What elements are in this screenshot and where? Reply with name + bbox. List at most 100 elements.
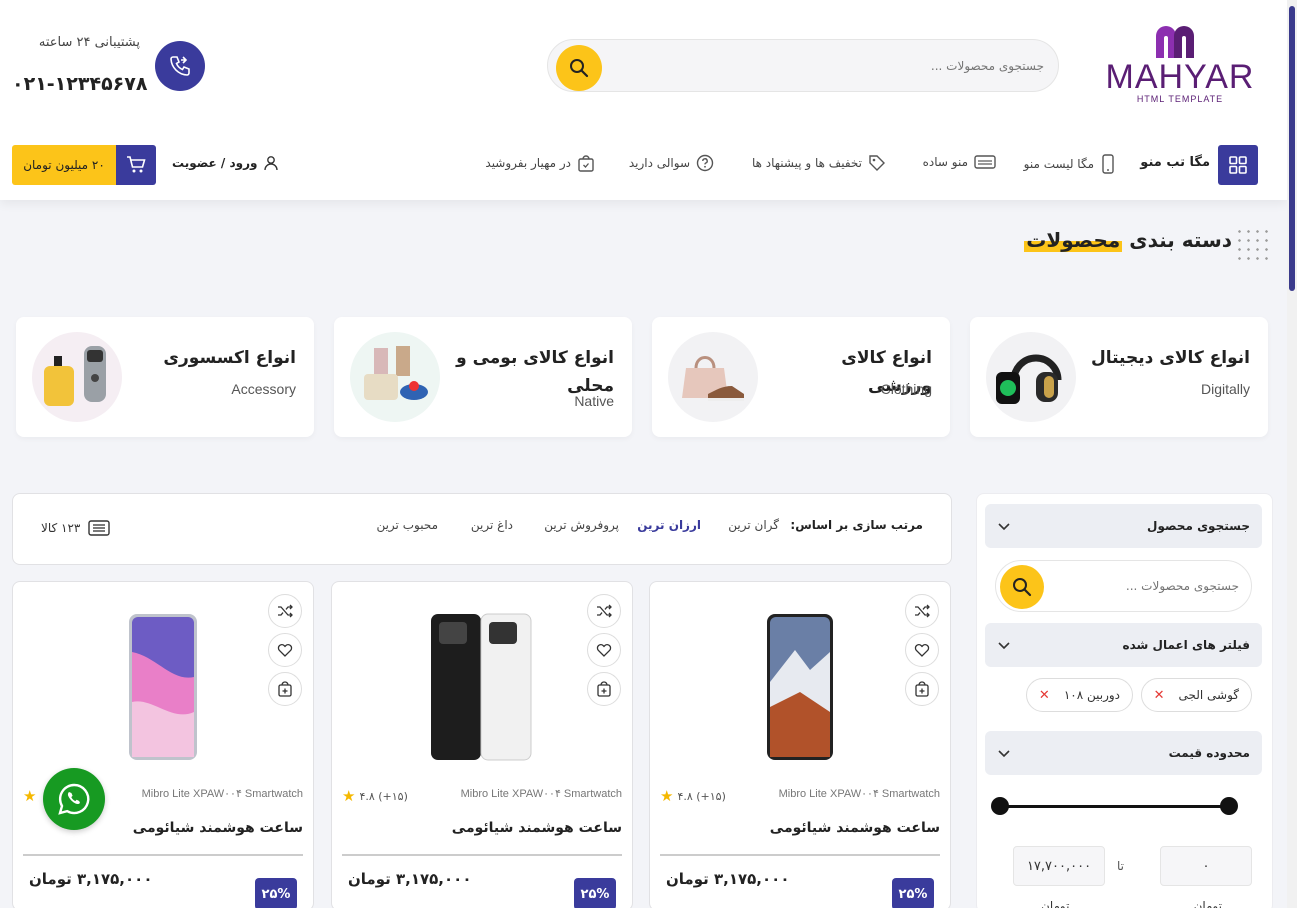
category-card-sport[interactable]: انواع کالای ورزشی Clothing <box>652 317 950 437</box>
sort-option-popular[interactable]: محبوب ترین <box>376 518 438 532</box>
accordion-title: جستجوی محصول <box>1147 519 1250 533</box>
category-image <box>32 332 122 422</box>
sort-option-hot[interactable]: داغ ترین <box>471 518 513 532</box>
question-icon <box>696 154 714 172</box>
price-min-input[interactable]: ۰ <box>1160 846 1252 886</box>
sort-option-cheapest[interactable]: ارزان ترین <box>637 518 701 532</box>
wishlist-button[interactable] <box>587 633 621 667</box>
product-card[interactable]: Mibro Lite XPAW۰۰۴ Smartwatch ★ ۴.۸ (+۱۵)… <box>331 581 633 908</box>
sidebar-search-button[interactable] <box>1000 565 1044 609</box>
phone-button[interactable] <box>155 41 205 91</box>
nav-faq[interactable]: سوالی دارید <box>629 154 714 172</box>
scrollbar-thumb[interactable] <box>1289 6 1295 291</box>
filter-chip[interactable]: دوربین ۱۰۸ ✕ <box>1025 678 1133 712</box>
sort-option-expensive[interactable]: گران ترین <box>728 518 779 532</box>
star-icon: ★ <box>23 787 37 805</box>
product-price: ۳,۱۷۵,۰۰۰ تومان <box>348 870 472 888</box>
nav-offers-label: تخفیف ها و پیشنهاد ها <box>751 156 862 170</box>
filter-chip[interactable]: گوشی الجی ✕ <box>1140 678 1252 712</box>
page-scrollbar[interactable] <box>1287 0 1297 908</box>
price-slider[interactable] <box>991 796 1238 816</box>
logo[interactable]: MAHYAR HTML TEMPLATE <box>1095 22 1265 112</box>
nav-mega-tab[interactable]: مگا تب منو <box>1140 155 1210 170</box>
product-rating: ★ ۴.۸ (+۱۵) <box>342 787 408 805</box>
nav-simple-menu[interactable]: منو ساده <box>923 154 996 170</box>
sort-option-bestselling[interactable]: پروفروش ترین <box>544 518 619 532</box>
category-card-digital[interactable]: انواع کالای دیجیتال Digitally <box>970 317 1268 437</box>
category-card-native[interactable]: انواع کالای بومی و محلی Native <box>334 317 632 437</box>
product-card[interactable]: Mibro Lite XPAW۰۰۴ Smartwatch ★ ۴.۸ (+۱۵)… <box>649 581 951 908</box>
whatsapp-icon <box>58 783 90 815</box>
bag-plus-icon <box>597 681 611 697</box>
category-subtitle: Native <box>574 393 614 409</box>
product-title[interactable]: ساعت هوشمند شیائومی <box>770 820 940 836</box>
remove-filter-icon[interactable]: ✕ <box>1039 688 1050 703</box>
star-icon: ★ <box>342 787 356 805</box>
rating-value: ۴.۸ (+۱۵) <box>677 789 726 803</box>
nav-sell[interactable]: در مهیار بفروشید <box>485 154 595 172</box>
header-search <box>547 39 1059 92</box>
keyboard-icon <box>974 155 996 169</box>
compare-button[interactable] <box>587 594 621 628</box>
mobile-icon <box>1102 154 1114 174</box>
whatsapp-button[interactable] <box>43 768 105 830</box>
rating-value: ۴.۸ (+۱۵) <box>359 789 408 803</box>
add-to-cart-button[interactable] <box>268 672 302 706</box>
product-title[interactable]: ساعت هوشمند شیائومی <box>452 820 622 836</box>
category-title: انواع اکسسوری <box>163 348 296 368</box>
product-card[interactable]: Mibro Lite XPAW۰۰۴ Smartwatch ★ ساعت هوش… <box>12 581 314 908</box>
category-subtitle: Accessory <box>231 381 296 397</box>
login-label: ورود / عضویت <box>172 156 258 170</box>
product-count-label: ۱۲۳ کالا <box>41 521 81 535</box>
filter-chip-label: گوشی الجی <box>1178 688 1239 702</box>
sort-label: مرتب سازی بر اساس: <box>790 518 923 532</box>
product-actions <box>905 594 939 711</box>
category-image <box>350 332 440 422</box>
price-max-input[interactable]: ۱۷,۷۰۰,۰۰۰ <box>1013 846 1105 886</box>
price-slider-max-handle[interactable] <box>1220 797 1238 815</box>
add-to-cart-button[interactable] <box>905 672 939 706</box>
support-phone[interactable]: ۰۲۱-۱۲۳۴۵۶۷۸ <box>12 73 147 95</box>
mega-menu-button[interactable] <box>1218 145 1258 185</box>
product-model: Mibro Lite XPAW۰۰۴ Smartwatch <box>141 788 303 800</box>
compare-button[interactable] <box>268 594 302 628</box>
login-link[interactable]: ورود / عضویت <box>172 155 279 171</box>
perfume-shaver-icon <box>44 346 106 406</box>
product-title[interactable]: ساعت هوشمند شیائومی <box>133 820 303 836</box>
wishlist-button[interactable] <box>905 633 939 667</box>
handicraft-icon <box>364 346 428 400</box>
search-button[interactable] <box>556 45 602 91</box>
price-slider-track <box>999 805 1230 808</box>
bag-plus-icon <box>915 681 929 697</box>
cart-amount: ۲۰ میلیون تومان <box>12 145 116 185</box>
divider <box>23 854 303 856</box>
tag-icon <box>869 155 885 171</box>
nav-mega-list-label: مگا لیست منو <box>1023 157 1094 171</box>
accordion-title: فیلتر های اعمال شده <box>1122 638 1250 652</box>
category-subtitle: Clothing <box>880 381 932 397</box>
discount-badge: ۲۵% <box>255 878 297 908</box>
remove-filter-icon[interactable]: ✕ <box>1154 688 1165 703</box>
add-to-cart-button[interactable] <box>587 672 621 706</box>
search-input[interactable] <box>614 40 1044 91</box>
price-slider-min-handle[interactable] <box>991 797 1009 815</box>
category-image <box>986 332 1076 422</box>
wishlist-button[interactable] <box>268 633 302 667</box>
accordion-product-search[interactable]: جستجوی محصول <box>985 504 1262 548</box>
category-title: انواع کالای دیجیتال <box>1090 348 1250 368</box>
discount-badge: ۲۵% <box>892 878 934 908</box>
product-model: Mibro Lite XPAW۰۰۴ Smartwatch <box>778 788 940 800</box>
accordion-price-range[interactable]: محدوده قیمت <box>985 731 1262 775</box>
accordion-applied-filters[interactable]: فیلتر های اعمال شده <box>985 623 1262 667</box>
bag-shoe-icon <box>682 356 744 401</box>
category-card-accessory[interactable]: انواع اکسسوری Accessory <box>16 317 314 437</box>
cart-button[interactable]: ۲۰ میلیون تومان <box>12 145 156 185</box>
nav-simple-menu-label: منو ساده <box>922 155 968 169</box>
nav-offers[interactable]: تخفیف ها و پیشنهاد ها <box>752 154 886 172</box>
divider <box>342 854 622 856</box>
sidebar-search-input[interactable] <box>1059 561 1239 611</box>
nav-mega-list[interactable]: مگا لیست منو <box>1024 154 1116 174</box>
list-icon[interactable] <box>88 520 111 536</box>
logo-mark-icon <box>1156 26 1194 58</box>
compare-button[interactable] <box>905 594 939 628</box>
